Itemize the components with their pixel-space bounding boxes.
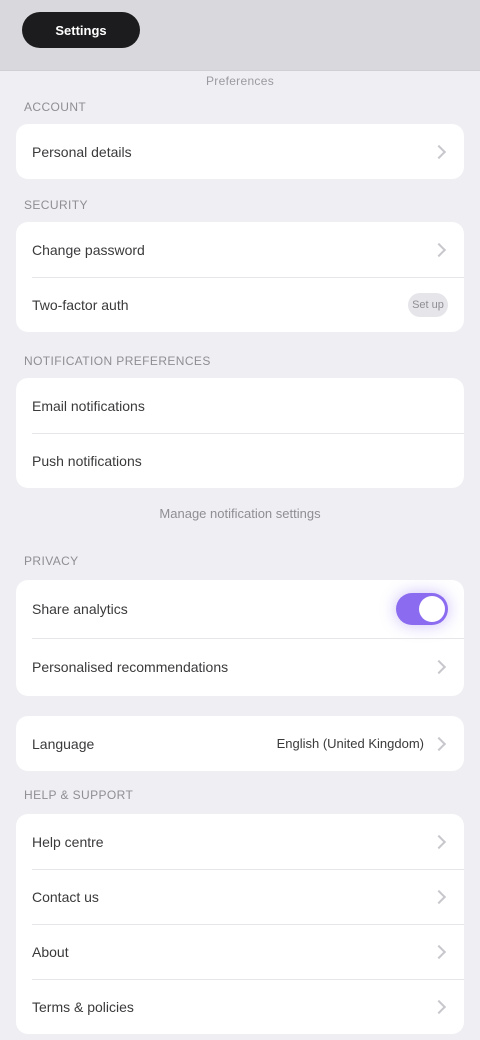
language-label: Language <box>32 735 95 752</box>
row-label: Share analytics <box>32 601 128 617</box>
row-about[interactable]: About <box>16 924 464 979</box>
row-label: Email notifications <box>32 397 145 414</box>
row-change-password[interactable]: Change password <box>16 222 464 277</box>
row-push-notifications[interactable]: Push notifications <box>16 433 464 488</box>
account-card: Personal details <box>16 124 464 179</box>
page-title: Preferences <box>206 74 274 88</box>
chevron-right-icon <box>431 834 447 849</box>
chevron-right-icon <box>431 889 447 904</box>
manage-notifications-link[interactable]: Manage notification settings <box>0 506 480 521</box>
chevron-right-icon <box>431 242 447 257</box>
language-value: English (United Kingdom) <box>276 736 424 751</box>
analytics-toggle[interactable] <box>396 593 448 625</box>
section-header-security: Security <box>24 198 88 212</box>
row-two-factor[interactable]: Two-factor auth Set up <box>16 277 464 332</box>
back-button-label: Settings <box>55 22 107 38</box>
chevron-right-icon <box>431 144 447 159</box>
chevron-right-icon <box>431 736 447 751</box>
notifications-card: Email notifications Push notifications <box>16 378 464 488</box>
back-button[interactable]: Settings <box>22 12 140 48</box>
row-label: Contact us <box>32 888 99 905</box>
row-contact-us[interactable]: Contact us <box>16 869 464 924</box>
section-header-account: Account <box>24 100 87 114</box>
row-label: Push notifications <box>32 452 142 469</box>
support-card: Help centre Contact us About Terms & pol… <box>16 814 464 1034</box>
row-label: Two-factor auth <box>32 296 129 313</box>
row-email-notifications[interactable]: Email notifications <box>16 378 464 433</box>
chevron-right-icon <box>431 659 447 675</box>
row-terms[interactable]: Terms & policies <box>16 979 464 1034</box>
row-personal-details[interactable]: Personal details <box>16 124 464 179</box>
privacy-card: Share analytics Personalised recommendat… <box>16 580 464 696</box>
section-header-notifications: Notification preferences <box>24 354 211 368</box>
chevron-right-icon <box>431 944 447 959</box>
language-row[interactable]: Language English (United Kingdom) <box>16 716 464 771</box>
top-bar: Settings <box>0 0 480 71</box>
row-label: Personalised recommendations <box>32 659 229 675</box>
row-label: Change password <box>32 241 145 258</box>
section-header-support: Help & support <box>24 788 134 802</box>
row-help-centre[interactable]: Help centre <box>16 814 464 869</box>
row-label: Personal details <box>32 143 132 160</box>
row-label: Terms & policies <box>32 998 134 1015</box>
setup-button[interactable]: Set up <box>408 292 448 317</box>
row-label: About <box>32 943 69 960</box>
chevron-right-icon <box>431 999 447 1014</box>
section-header-privacy: Privacy <box>24 554 79 568</box>
row-personalised-recommendations[interactable]: Personalised recommendations <box>16 638 464 696</box>
row-label: Help centre <box>32 833 104 850</box>
security-card: Change password Two-factor auth Set up <box>16 222 464 332</box>
row-share-analytics[interactable]: Share analytics <box>16 580 464 638</box>
